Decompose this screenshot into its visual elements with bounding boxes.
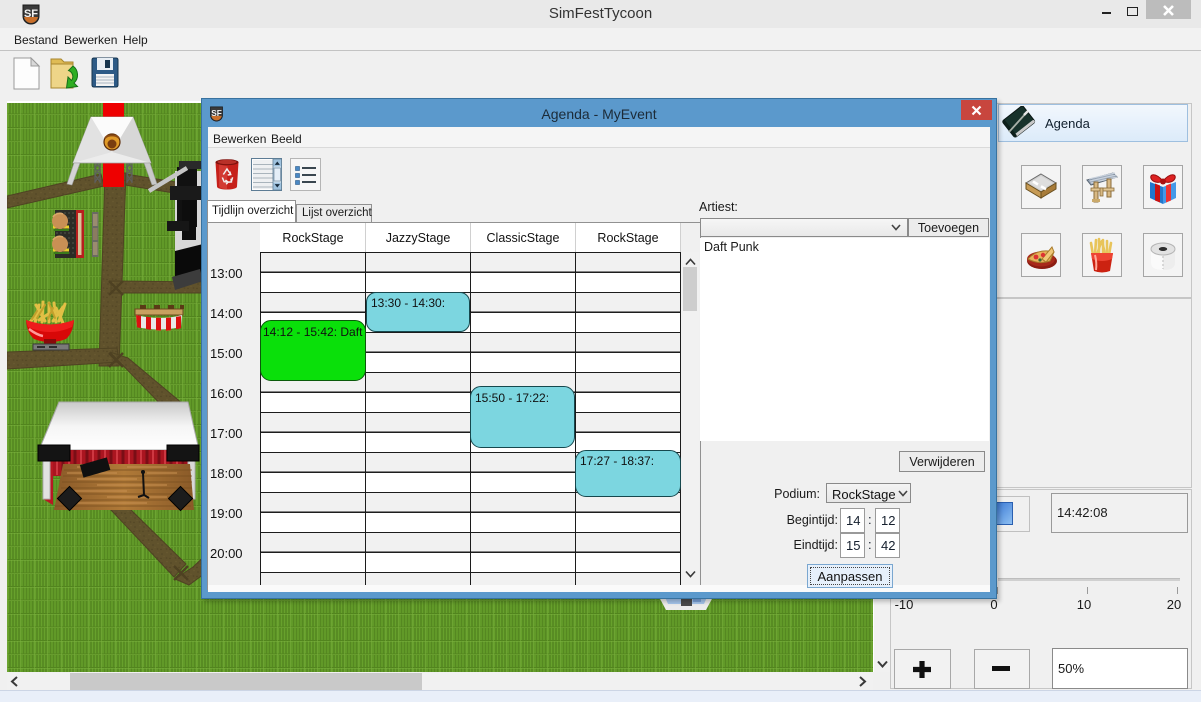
- svg-text:SF: SF: [24, 8, 38, 20]
